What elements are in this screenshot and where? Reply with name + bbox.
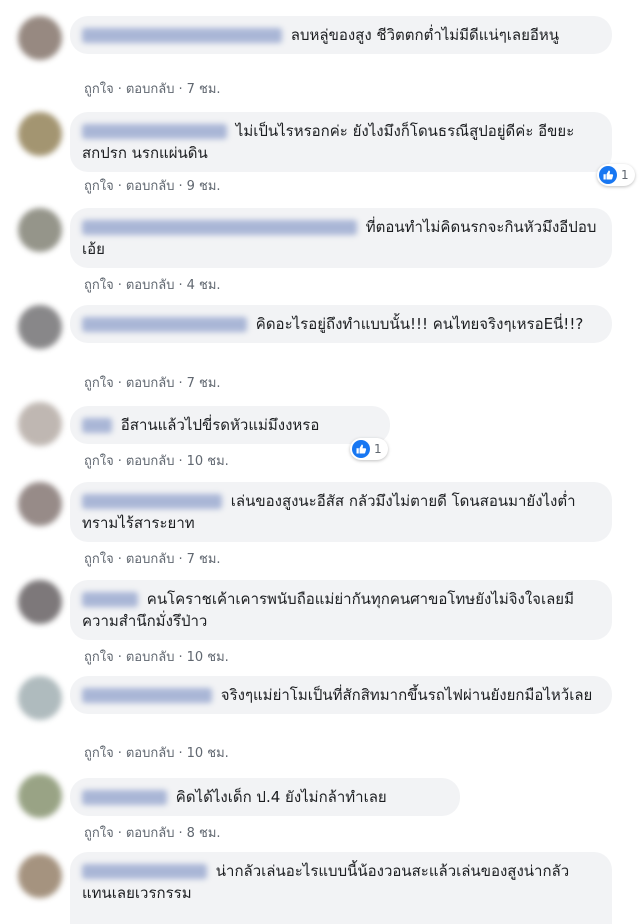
like-link[interactable]: ถูกใจ	[84, 278, 114, 293]
commenter-name-blurred[interactable]	[82, 592, 138, 607]
comment-actions: ถูกใจ · ตอบกลับ · 8 ชม.	[84, 822, 221, 843]
separator-dot: ·	[178, 650, 183, 665]
comment-text: คนโคราชเค้าเคารพนับถือแม่ย่ากันทุกคนศาขอ…	[82, 590, 574, 630]
separator-dot: ·	[117, 552, 122, 567]
comment-text: จริงๆแม่ย่าโมเป็นที่สักสิทมากขึ้นรถไฟผ่า…	[220, 686, 593, 704]
reply-link[interactable]: ตอบกลับ	[126, 82, 175, 97]
comment-bubble: คิดได้ไงเด็ก ป.4 ยังไม่กล้าทำเลย	[70, 778, 460, 816]
separator-dot: ·	[117, 376, 122, 391]
commenter-name-blurred[interactable]	[82, 317, 247, 332]
separator-dot: ·	[178, 376, 183, 391]
comment-actions: ถูกใจ · ตอบกลับ · 4 ชม.	[84, 274, 221, 295]
avatar[interactable]	[18, 402, 62, 446]
comment-text: คิดอะไรอยู่ถึงทำแบบนั้น!!! คนไทยจริงๆเหร…	[255, 315, 584, 333]
avatar[interactable]	[18, 580, 62, 624]
avatar[interactable]	[18, 305, 62, 349]
separator-dot: ·	[178, 746, 183, 761]
separator-dot: ·	[178, 278, 183, 293]
commenter-name-blurred[interactable]	[82, 494, 222, 509]
comment-bubble: อีสานแล้วไปขี่รดหัวแม่มึงงหรอ	[70, 406, 390, 444]
separator-dot: ·	[117, 82, 122, 97]
reply-link[interactable]: ตอบกลับ	[126, 454, 175, 469]
avatar[interactable]	[18, 482, 62, 526]
like-link[interactable]: ถูกใจ	[84, 179, 114, 194]
like-link[interactable]: ถูกใจ	[84, 650, 114, 665]
comment-bubble: น่ากลัวเล่นอะไรแบบนี้น้องวอนสะแล้วเล่นขอ…	[70, 852, 612, 924]
comment-timestamp[interactable]: 8 ชม.	[187, 826, 221, 841]
avatar[interactable]	[18, 854, 62, 898]
separator-dot: ·	[117, 278, 122, 293]
reply-link[interactable]: ตอบกลับ	[126, 278, 175, 293]
comment-bubble: จริงๆแม่ย่าโมเป็นที่สักสิทมากขึ้นรถไฟผ่า…	[70, 676, 612, 714]
avatar[interactable]	[18, 676, 62, 720]
comment-bubble: ที่ตอนทำไม่คิดนรกจะกินหัวมึงอีปอบเอ้ย	[70, 208, 612, 268]
comment-actions: ถูกใจ · ตอบกลับ · 7 ชม.	[84, 548, 221, 569]
reply-link[interactable]: ตอบกลับ	[126, 179, 175, 194]
reaction-badge[interactable]: 1	[350, 438, 388, 460]
comment-bubble: คิดอะไรอยู่ถึงทำแบบนั้น!!! คนไทยจริงๆเหร…	[70, 305, 612, 343]
comment-actions: ถูกใจ · ตอบกลับ · 10 ชม.	[84, 646, 229, 667]
comment-actions: ถูกใจ · ตอบกลับ · 10 ชม.	[84, 450, 229, 471]
avatar[interactable]	[18, 774, 62, 818]
comment-actions: ถูกใจ · ตอบกลับ · 7 ชม.	[84, 78, 221, 99]
like-link[interactable]: ถูกใจ	[84, 826, 114, 841]
comment-timestamp[interactable]: 7 ชม.	[187, 82, 221, 97]
comment-text: คิดได้ไงเด็ก ป.4 ยังไม่กล้าทำเลย	[175, 788, 387, 806]
avatar[interactable]	[18, 112, 62, 156]
comment-actions: ถูกใจ · ตอบกลับ · 10 ชม.	[84, 742, 229, 763]
separator-dot: ·	[178, 826, 183, 841]
like-link[interactable]: ถูกใจ	[84, 552, 114, 567]
comment-timestamp[interactable]: 7 ชม.	[187, 376, 221, 391]
comment-timestamp[interactable]: 10 ชม.	[187, 746, 229, 761]
thumbs-up-icon	[599, 166, 617, 184]
separator-dot: ·	[117, 826, 122, 841]
reaction-count: 1	[374, 442, 382, 456]
comment-timestamp[interactable]: 4 ชม.	[187, 278, 221, 293]
avatar[interactable]	[18, 208, 62, 252]
comment-timestamp[interactable]: 10 ชม.	[187, 454, 229, 469]
commenter-name-blurred[interactable]	[82, 220, 357, 235]
comment-actions: ถูกใจ · ตอบกลับ · 7 ชม.	[84, 372, 221, 393]
commenter-name-blurred[interactable]	[82, 864, 207, 879]
avatar[interactable]	[18, 16, 62, 60]
comment-text: อีสานแล้วไปขี่รดหัวแม่มึงงหรอ	[120, 416, 320, 434]
separator-dot: ·	[178, 82, 183, 97]
comment-actions: ถูกใจ · ตอบกลับ · 9 ชม.	[84, 175, 221, 196]
reaction-badge[interactable]: 1	[597, 164, 635, 186]
comment-bubble: ลบหลู่ของสูง ชีวิตตกต่ำไม่มีดีแน่ๆเลยอีห…	[70, 16, 612, 54]
separator-dot: ·	[178, 179, 183, 194]
like-link[interactable]: ถูกใจ	[84, 746, 114, 761]
commenter-name-blurred[interactable]	[82, 28, 282, 43]
like-link[interactable]: ถูกใจ	[84, 454, 114, 469]
commenter-name-blurred[interactable]	[82, 688, 212, 703]
comment-timestamp[interactable]: 10 ชม.	[187, 650, 229, 665]
separator-dot: ·	[178, 454, 183, 469]
comment-timestamp[interactable]: 9 ชม.	[187, 179, 221, 194]
like-link[interactable]: ถูกใจ	[84, 376, 114, 391]
thumbs-up-icon	[352, 440, 370, 458]
reply-link[interactable]: ตอบกลับ	[126, 376, 175, 391]
separator-dot: ·	[117, 179, 122, 194]
reply-link[interactable]: ตอบกลับ	[126, 650, 175, 665]
reply-link[interactable]: ตอบกลับ	[126, 746, 175, 761]
comment-bubble: ไม่เป็นไรหรอกค่ะ ยังไงมึงก็โดนธรณีสูปอยู…	[70, 112, 612, 172]
comment-text: ลบหลู่ของสูง ชีวิตตกต่ำไม่มีดีแน่ๆเลยอีห…	[290, 26, 560, 44]
commenter-name-blurred[interactable]	[82, 418, 112, 433]
reaction-count: 1	[621, 168, 629, 182]
reply-link[interactable]: ตอบกลับ	[126, 552, 175, 567]
comment-timestamp[interactable]: 7 ชม.	[187, 552, 221, 567]
separator-dot: ·	[178, 552, 183, 567]
separator-dot: ·	[117, 650, 122, 665]
separator-dot: ·	[117, 746, 122, 761]
comment-bubble: เล่นของสูงนะอีสัส กลัวมึงไม่ตายดี โดนสอน…	[70, 482, 612, 542]
like-link[interactable]: ถูกใจ	[84, 82, 114, 97]
comment-bubble: คนโคราชเค้าเคารพนับถือแม่ย่ากันทุกคนศาขอ…	[70, 580, 612, 640]
reply-link[interactable]: ตอบกลับ	[126, 826, 175, 841]
separator-dot: ·	[117, 454, 122, 469]
commenter-name-blurred[interactable]	[82, 790, 167, 805]
commenter-name-blurred[interactable]	[82, 124, 227, 139]
